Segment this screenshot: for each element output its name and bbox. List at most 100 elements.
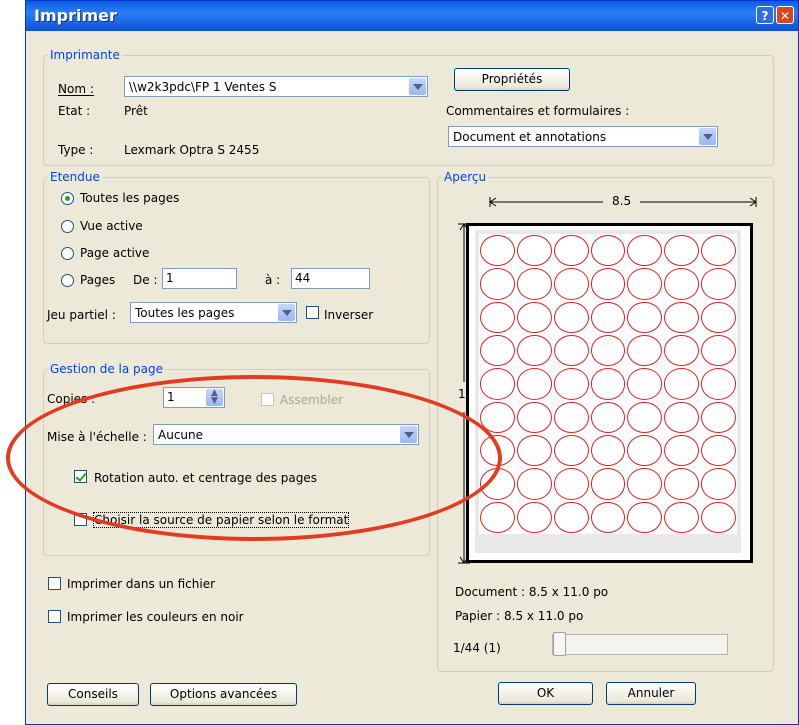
label-circle	[664, 401, 700, 433]
label-circle	[553, 501, 589, 533]
advanced-options-button[interactable]: Options avancées	[150, 683, 297, 706]
label-circle	[627, 434, 663, 467]
label-circle	[627, 235, 663, 267]
page-slider-thumb[interactable]	[553, 632, 566, 656]
radio-current-page[interactable]	[61, 247, 74, 260]
preview-width-label: 8.5	[612, 194, 632, 208]
label-circle	[590, 301, 626, 333]
label-circle	[590, 501, 626, 533]
label-circle	[701, 235, 736, 267]
label-grid	[479, 234, 737, 534]
label-circle	[701, 301, 736, 333]
label-circle	[664, 434, 700, 467]
auto-rotate-checkbox[interactable]	[74, 470, 87, 483]
printer-name-value: \\w2k3pdc\FP 1 Ventes S	[129, 80, 277, 94]
label-circle	[701, 334, 736, 367]
radio-pages-label: Pages	[80, 273, 116, 287]
preview-sheet	[475, 230, 741, 553]
radio-current-view[interactable]	[61, 220, 74, 233]
auto-rotate-label: Rotation auto. et centrage des pages	[94, 471, 318, 485]
label-circle	[516, 235, 552, 267]
page-preview	[466, 223, 753, 563]
subset-value: Toutes les pages	[135, 306, 235, 320]
printer-type-label: Type :	[58, 143, 94, 157]
label-circle	[590, 434, 626, 467]
label-circle	[516, 368, 552, 400]
reverse-label: Inverser	[324, 308, 374, 322]
print-to-file-checkbox[interactable]	[48, 577, 61, 590]
radio-all-pages[interactable]	[61, 192, 74, 205]
radio-current-page-label: Page active	[80, 246, 150, 260]
radio-all-pages-label: Toutes les pages	[80, 191, 180, 205]
page-slider-track[interactable]	[552, 634, 728, 655]
document-size-info: Document : 8.5 x 11.0 po	[455, 585, 609, 599]
printer-state-label: Etat :	[58, 104, 91, 118]
paper-source-checkbox[interactable]	[74, 513, 87, 526]
label-circle	[701, 268, 736, 300]
chevron-down-icon[interactable]	[400, 426, 417, 443]
page-counter: 1/44 (1)	[453, 641, 501, 655]
label-circle	[553, 368, 589, 400]
paper-source-label: Choisir la source de papier selon le for…	[92, 512, 350, 528]
print-black-checkbox[interactable]	[48, 610, 61, 623]
collate-checkbox	[261, 393, 274, 406]
label-circle	[516, 334, 552, 367]
copies-label: Copies :	[47, 392, 96, 406]
label-circle	[701, 468, 736, 500]
help-icon[interactable]: ?	[756, 6, 774, 24]
chevron-down-icon[interactable]	[278, 304, 295, 321]
label-circle	[480, 235, 515, 267]
label-circle	[516, 468, 552, 500]
printer-state-value: Prêt	[124, 104, 148, 118]
printer-name-label: Nom :	[58, 82, 94, 96]
label-circle	[516, 401, 552, 433]
label-circle	[627, 368, 663, 400]
label-circle	[664, 368, 700, 400]
close-icon[interactable]: ✕	[776, 6, 794, 24]
comments-select[interactable]: Document et annotations	[448, 126, 718, 147]
label-circle	[553, 268, 589, 300]
radio-pages[interactable]	[61, 274, 74, 287]
label-circle	[516, 301, 552, 333]
label-circle	[627, 301, 663, 333]
label-circle	[590, 268, 626, 300]
label-circle	[480, 301, 515, 333]
printer-name-select[interactable]: \\w2k3pdc\FP 1 Ventes S	[124, 76, 428, 97]
printer-group-label: Imprimante	[50, 48, 120, 62]
paper-size-info: Papier : 8.5 x 11.0 po	[455, 609, 584, 623]
reverse-checkbox[interactable]	[306, 306, 319, 319]
properties-button[interactable]: Propriétés	[454, 68, 570, 91]
title-bar[interactable]: Imprimer ? ✕	[26, 1, 798, 31]
label-circle	[553, 301, 589, 333]
label-circle	[664, 268, 700, 300]
subset-select[interactable]: Toutes les pages	[130, 302, 297, 323]
label-circle	[480, 501, 515, 533]
label-circle	[701, 501, 736, 533]
cancel-button[interactable]: Annuler	[606, 682, 696, 705]
chevron-down-icon[interactable]	[699, 128, 716, 145]
label-circle	[553, 434, 589, 467]
label-circle	[480, 434, 515, 467]
scale-select[interactable]: Aucune	[153, 424, 419, 445]
comments-value: Document et annotations	[453, 130, 607, 144]
pages-from-input[interactable]: 1	[162, 268, 237, 289]
label-circle	[480, 468, 515, 500]
label-circle	[664, 501, 700, 533]
label-circle	[553, 468, 589, 500]
ok-button[interactable]: OK	[498, 682, 593, 705]
label-circle	[701, 434, 736, 467]
label-circle	[701, 368, 736, 400]
label-circle	[627, 468, 663, 500]
collate-label: Assembler	[280, 393, 344, 407]
range-group-label: Etendue	[50, 170, 100, 184]
chevron-down-icon[interactable]	[409, 78, 426, 95]
label-circle	[664, 235, 700, 267]
label-circle	[516, 268, 552, 300]
label-circle	[516, 434, 552, 467]
pages-to-input[interactable]: 44	[291, 268, 370, 289]
label-circle	[590, 368, 626, 400]
copies-spinner[interactable]: ▲ ▼	[206, 389, 223, 406]
label-circle	[664, 334, 700, 367]
tips-button[interactable]: Conseils	[47, 683, 139, 706]
label-circle	[553, 401, 589, 433]
